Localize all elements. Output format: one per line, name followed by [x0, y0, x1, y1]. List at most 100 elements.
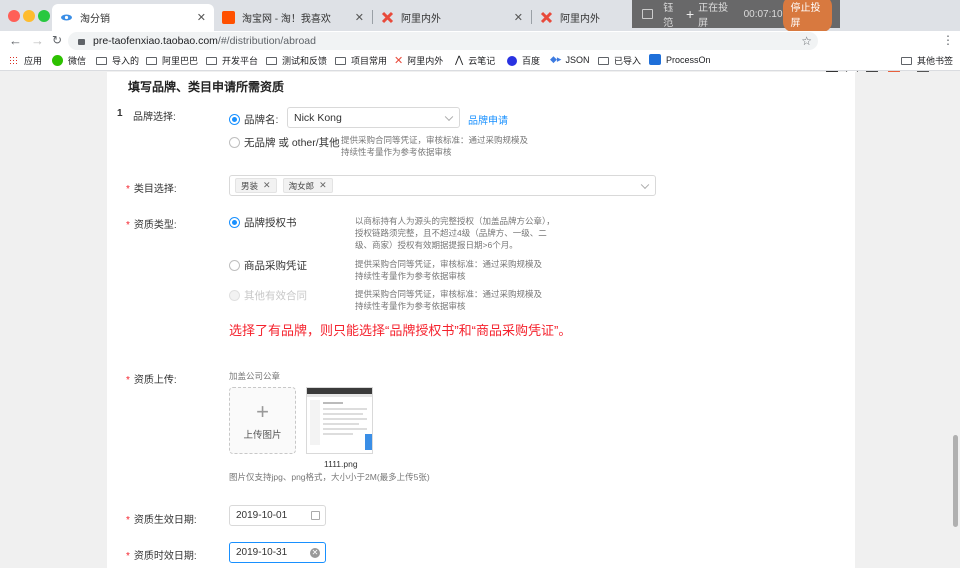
- zoom-window-button[interactable]: [38, 10, 50, 22]
- bookmark-other[interactable]: 其他书签: [901, 54, 953, 67]
- screen-cast-bar: 钰笵 + 正在投屏 00:07:10 停止投屏: [632, 0, 840, 32]
- radio-brand-authorization[interactable]: 品牌授权书: [229, 215, 297, 230]
- tab-title: 淘分销: [80, 14, 110, 25]
- brand-restriction-warning: 选择了有品牌，则只能选择“品牌授权书”和“商品采购凭证”。: [229, 323, 572, 338]
- no-brand-help: 提供采购合同等凭证，审核标准：通过采购规模及持续性考量作为参考依据审核: [341, 135, 529, 157]
- forward-arrow-icon[interactable]: →: [31, 33, 44, 48]
- section-title: 填写品牌、类目申请所需资质: [128, 80, 285, 94]
- lock-icon: [78, 39, 85, 45]
- screenshot-thumbnail-icon: [307, 388, 372, 453]
- page-viewport: 填写品牌、类目申请所需资质 1 品牌选择: 品牌名: Nick Kong 品牌申…: [0, 72, 960, 568]
- close-window-button[interactable]: [8, 10, 20, 22]
- close-tab-icon[interactable]: ✕: [355, 11, 364, 24]
- folder-icon: [96, 56, 107, 65]
- category-tag: 淘女郎 ✕: [282, 178, 333, 193]
- brand-authorization-help: 以商标持有人为源头的完整授权（加盖品牌方公章），授权链路须完整，且不超过4级（品…: [355, 216, 555, 250]
- upload-hint-top: 加盖公司公章: [229, 371, 281, 381]
- monitor-icon: [642, 9, 654, 19]
- radio-checked-icon: [229, 114, 240, 125]
- back-arrow-icon[interactable]: ←: [9, 33, 22, 48]
- start-date-picker[interactable]: 2019-10-01: [229, 505, 326, 526]
- brand-select-value: Nick Kong: [294, 111, 342, 124]
- processon-icon: [649, 54, 661, 65]
- apps-grid-icon: [9, 56, 18, 65]
- category-multiselect[interactable]: 男装 ✕ 淘女郎 ✕: [229, 175, 656, 196]
- address-bar[interactable]: pre-taofenxiao.taobao.com/#/distribution…: [68, 32, 818, 50]
- cast-timer: 00:07:10: [743, 8, 783, 20]
- brand-apply-link[interactable]: 品牌申请: [468, 112, 508, 127]
- brand-select[interactable]: Nick Kong: [287, 107, 460, 128]
- step-index: 1: [117, 108, 123, 119]
- clear-icon[interactable]: ✕: [310, 548, 320, 558]
- radio-has-brand[interactable]: 品牌名:: [229, 112, 278, 127]
- brand-label: 品牌选择:: [133, 112, 176, 123]
- alibaba-inside-icon: ✕: [394, 55, 404, 67]
- chevron-down-icon: [444, 112, 454, 121]
- bookmark-imported[interactable]: 导入的: [96, 54, 139, 67]
- tab-taofenxiao[interactable]: 淘分销 ✕: [52, 4, 214, 31]
- other-contract-help: 提供采购合同等凭证，审核标准：通过采购规模及持续性考量作为参考依据审核: [355, 289, 543, 311]
- bookmark-apps[interactable]: 应用: [9, 54, 42, 67]
- bookmark-dev-platform[interactable]: 开发平台: [206, 54, 258, 67]
- end-date-value: 2019-10-31: [236, 547, 288, 558]
- end-date-label: * 资质时效日期:: [126, 551, 197, 562]
- tab-title: 淘宝网 - 淘！我喜欢: [242, 14, 331, 25]
- bookmark-project[interactable]: 项目常用: [335, 54, 387, 67]
- bookmark-star-icon[interactable]: ☆: [801, 34, 812, 48]
- upload-image-button[interactable]: + 上传图片: [229, 387, 296, 454]
- cast-status: 正在投屏: [698, 3, 729, 29]
- url-path: /#/distribution/abroad: [217, 35, 316, 47]
- end-date-picker[interactable]: 2019-10-31 ✕: [229, 542, 326, 563]
- bookmark-test-feedback[interactable]: 测试和反馈: [266, 54, 327, 67]
- radio-purchase-proof[interactable]: 商品采购凭证: [229, 258, 307, 273]
- browser-toolbar: ← → ↻ pre-taofenxiao.taobao.com/#/distri…: [0, 31, 960, 78]
- tab-title: 阿里内外: [401, 14, 441, 25]
- browser-menu-icon[interactable]: ⋮: [942, 33, 954, 47]
- upload-button-label: 上传图片: [243, 429, 282, 441]
- tab-alibaba-inside-2[interactable]: 阿里内外: [532, 4, 632, 31]
- close-tab-icon[interactable]: ✕: [514, 11, 523, 24]
- new-tab-button[interactable]: +: [686, 6, 694, 22]
- bookmark-alibaba[interactable]: 阿里巴巴: [146, 54, 198, 67]
- bookmarks-bar: 应用 微信 导入的 阿里巴巴 开发平台 测试和反馈 项目常用 ✕ 阿里内外 ⋀ …: [0, 51, 960, 71]
- radio-no-brand[interactable]: 无品牌 或 other/其他: [229, 135, 340, 150]
- remove-tag-icon[interactable]: ✕: [319, 180, 327, 191]
- chevron-down-icon: [640, 180, 650, 189]
- tab-taobao[interactable]: 淘宝网 - 淘！我喜欢 ✕: [214, 4, 372, 31]
- calendar-icon: [311, 511, 320, 520]
- category-tag: 男装 ✕: [235, 178, 277, 193]
- alibaba-favicon-icon: [381, 11, 394, 24]
- taobao-favicon-icon: [222, 11, 235, 24]
- bookmark-json[interactable]: ◆▸ JSON: [550, 54, 589, 65]
- upload-label: * 资质上传:: [126, 375, 177, 386]
- reload-icon[interactable]: ↻: [52, 33, 62, 47]
- plus-icon: +: [256, 398, 269, 424]
- page-scrollbar[interactable]: [953, 435, 958, 527]
- uploaded-image-thumbnail[interactable]: [306, 387, 373, 454]
- bookmark-cloud-note[interactable]: ⋀ 云笔记: [455, 54, 495, 67]
- category-label: * 类目选择:: [126, 184, 177, 195]
- folder-icon: [901, 56, 912, 65]
- qualification-label: * 资质类型:: [126, 220, 177, 231]
- radio-unchecked-icon: [229, 260, 240, 271]
- folder-icon: [598, 56, 609, 65]
- url-host: pre-taofenxiao.taobao.com: [93, 35, 218, 47]
- bookmark-imported-2[interactable]: 已导入: [598, 54, 641, 67]
- bookmark-baidu[interactable]: 百度: [507, 54, 540, 67]
- folder-icon: [335, 56, 346, 65]
- bookmark-processon[interactable]: ProcessOn: [649, 54, 711, 65]
- uploaded-file-name: 1111.png: [324, 459, 358, 469]
- bookmark-alibaba-inside[interactable]: ✕ 阿里内外: [394, 54, 443, 67]
- wechat-icon: [52, 55, 63, 66]
- tab-alibaba-inside[interactable]: 阿里内外 ✕: [373, 4, 531, 31]
- stop-cast-button[interactable]: 停止投屏: [782, 0, 832, 32]
- close-tab-icon[interactable]: ✕: [197, 11, 206, 24]
- radio-other-contract[interactable]: 其他有效合同: [229, 288, 307, 303]
- minimize-window-button[interactable]: [23, 10, 35, 22]
- radio-checked-icon: [229, 217, 240, 228]
- cast-user: 钰笵: [663, 3, 674, 29]
- bookmark-wechat[interactable]: 微信: [52, 54, 86, 67]
- folder-icon: [266, 56, 277, 65]
- upload-hint-bottom: 图片仅支持jpg、png格式，大小小于2M(最多上传5张): [229, 472, 430, 482]
- remove-tag-icon[interactable]: ✕: [263, 180, 271, 191]
